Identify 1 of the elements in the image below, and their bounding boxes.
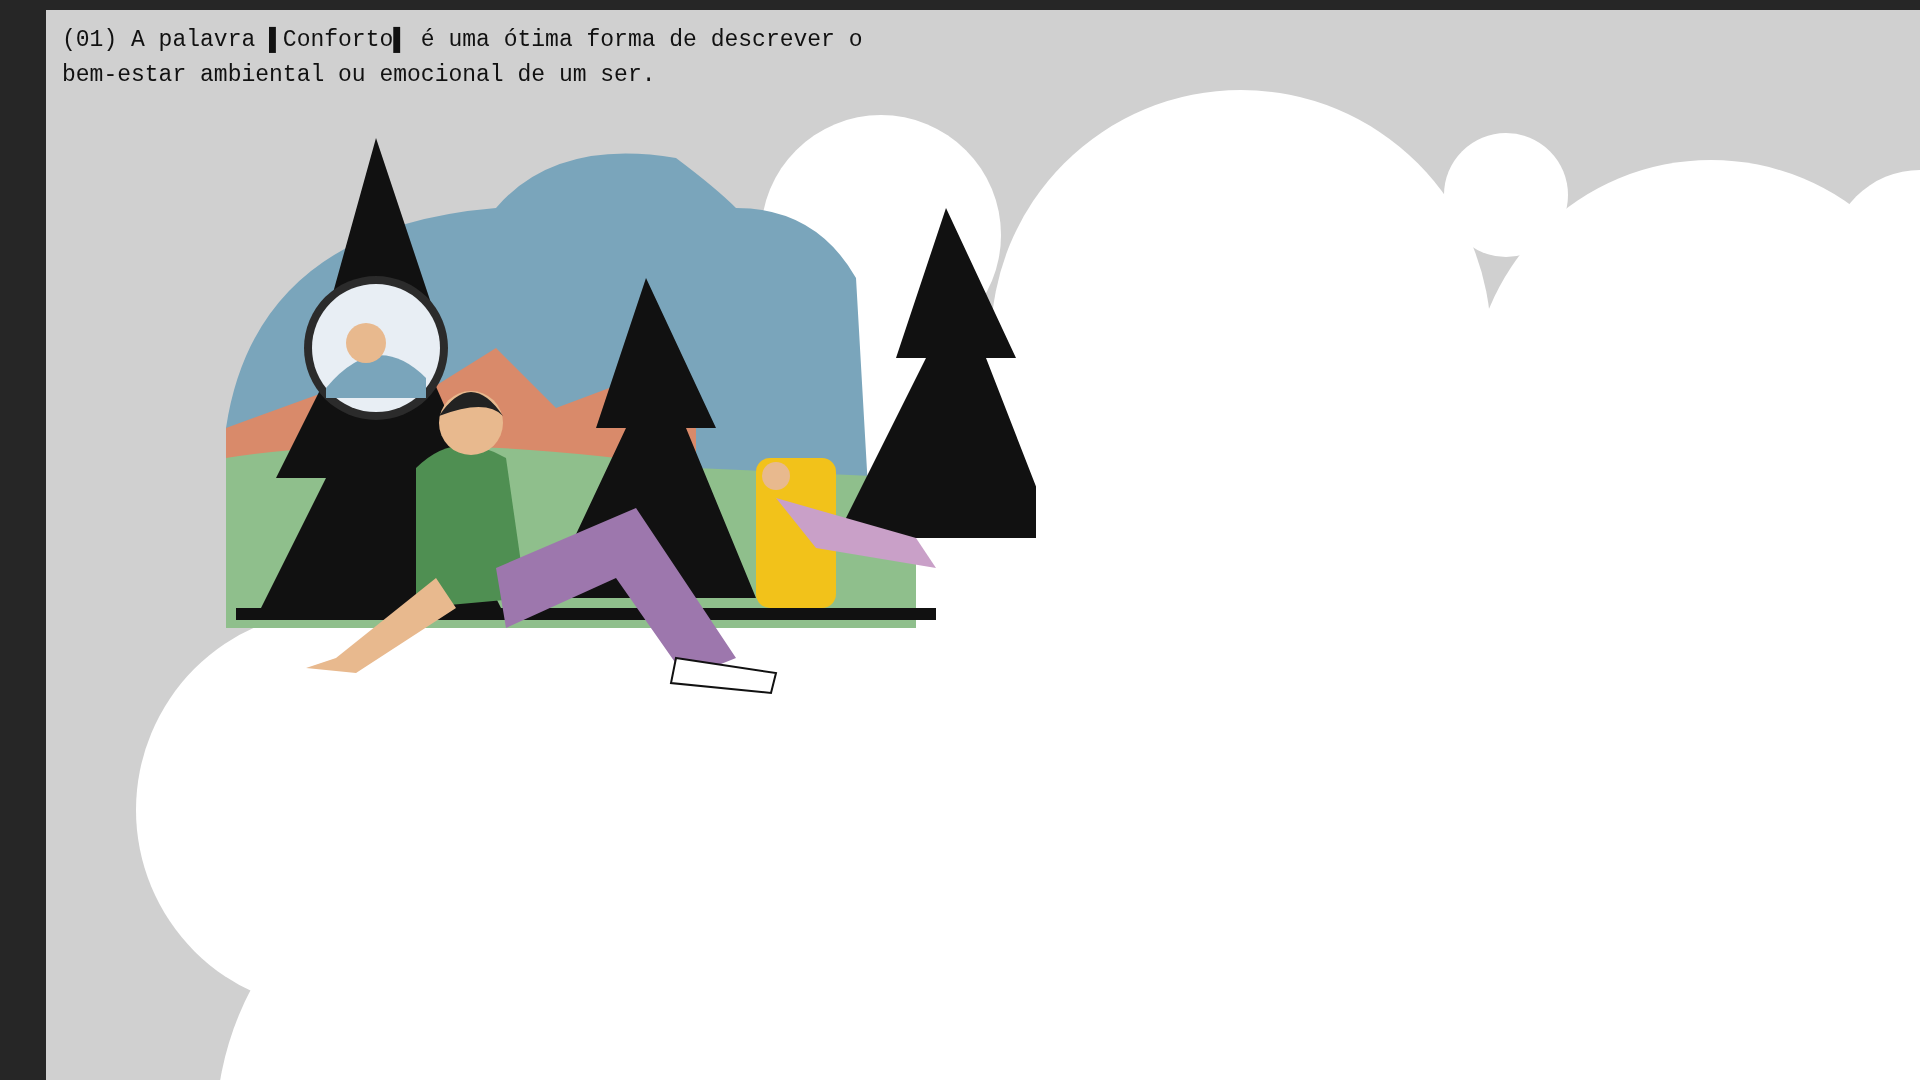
question-text: (01) A palavra ▌Conforto▌ é uma ótima forma de descrever o bem-estar ambiental ou emocional de um ser. <box>61 26 864 90</box>
